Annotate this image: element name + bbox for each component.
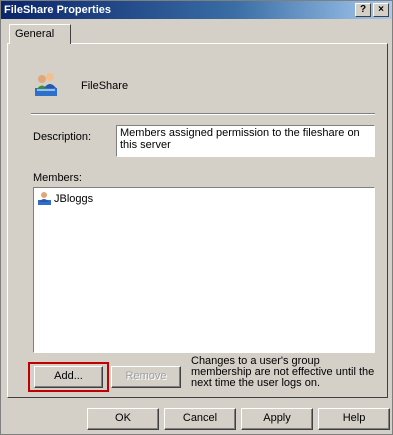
title-bar[interactable]: FileShare Properties ? × bbox=[1, 1, 392, 19]
user-group-icon bbox=[35, 73, 57, 96]
separator bbox=[31, 113, 375, 115]
members-list[interactable]: JBloggs bbox=[33, 187, 375, 353]
membership-note: Changes to a user's group membership are… bbox=[191, 355, 375, 389]
cancel-button[interactable]: Cancel bbox=[164, 408, 236, 430]
help-button[interactable]: Help bbox=[318, 408, 390, 430]
user-icon bbox=[38, 192, 51, 205]
apply-button[interactable]: Apply bbox=[241, 408, 313, 430]
help-title-button[interactable]: ? bbox=[355, 3, 371, 17]
remove-button[interactable]: Remove bbox=[111, 366, 181, 388]
description-field[interactable]: Members assigned permission to the files… bbox=[116, 125, 375, 157]
member-name: JBloggs bbox=[54, 193, 94, 205]
group-name: FileShare bbox=[81, 80, 129, 92]
close-button[interactable]: × bbox=[373, 3, 389, 17]
members-label: Members: bbox=[33, 172, 82, 184]
tab-general[interactable]: General bbox=[9, 24, 71, 44]
window-title: FileShare Properties bbox=[4, 4, 111, 16]
description-label: Description: bbox=[33, 131, 92, 143]
ok-button[interactable]: OK bbox=[87, 408, 159, 430]
properties-window: FileShare Properties ? × General FileSha… bbox=[0, 0, 393, 435]
add-button[interactable]: Add... bbox=[34, 366, 103, 388]
